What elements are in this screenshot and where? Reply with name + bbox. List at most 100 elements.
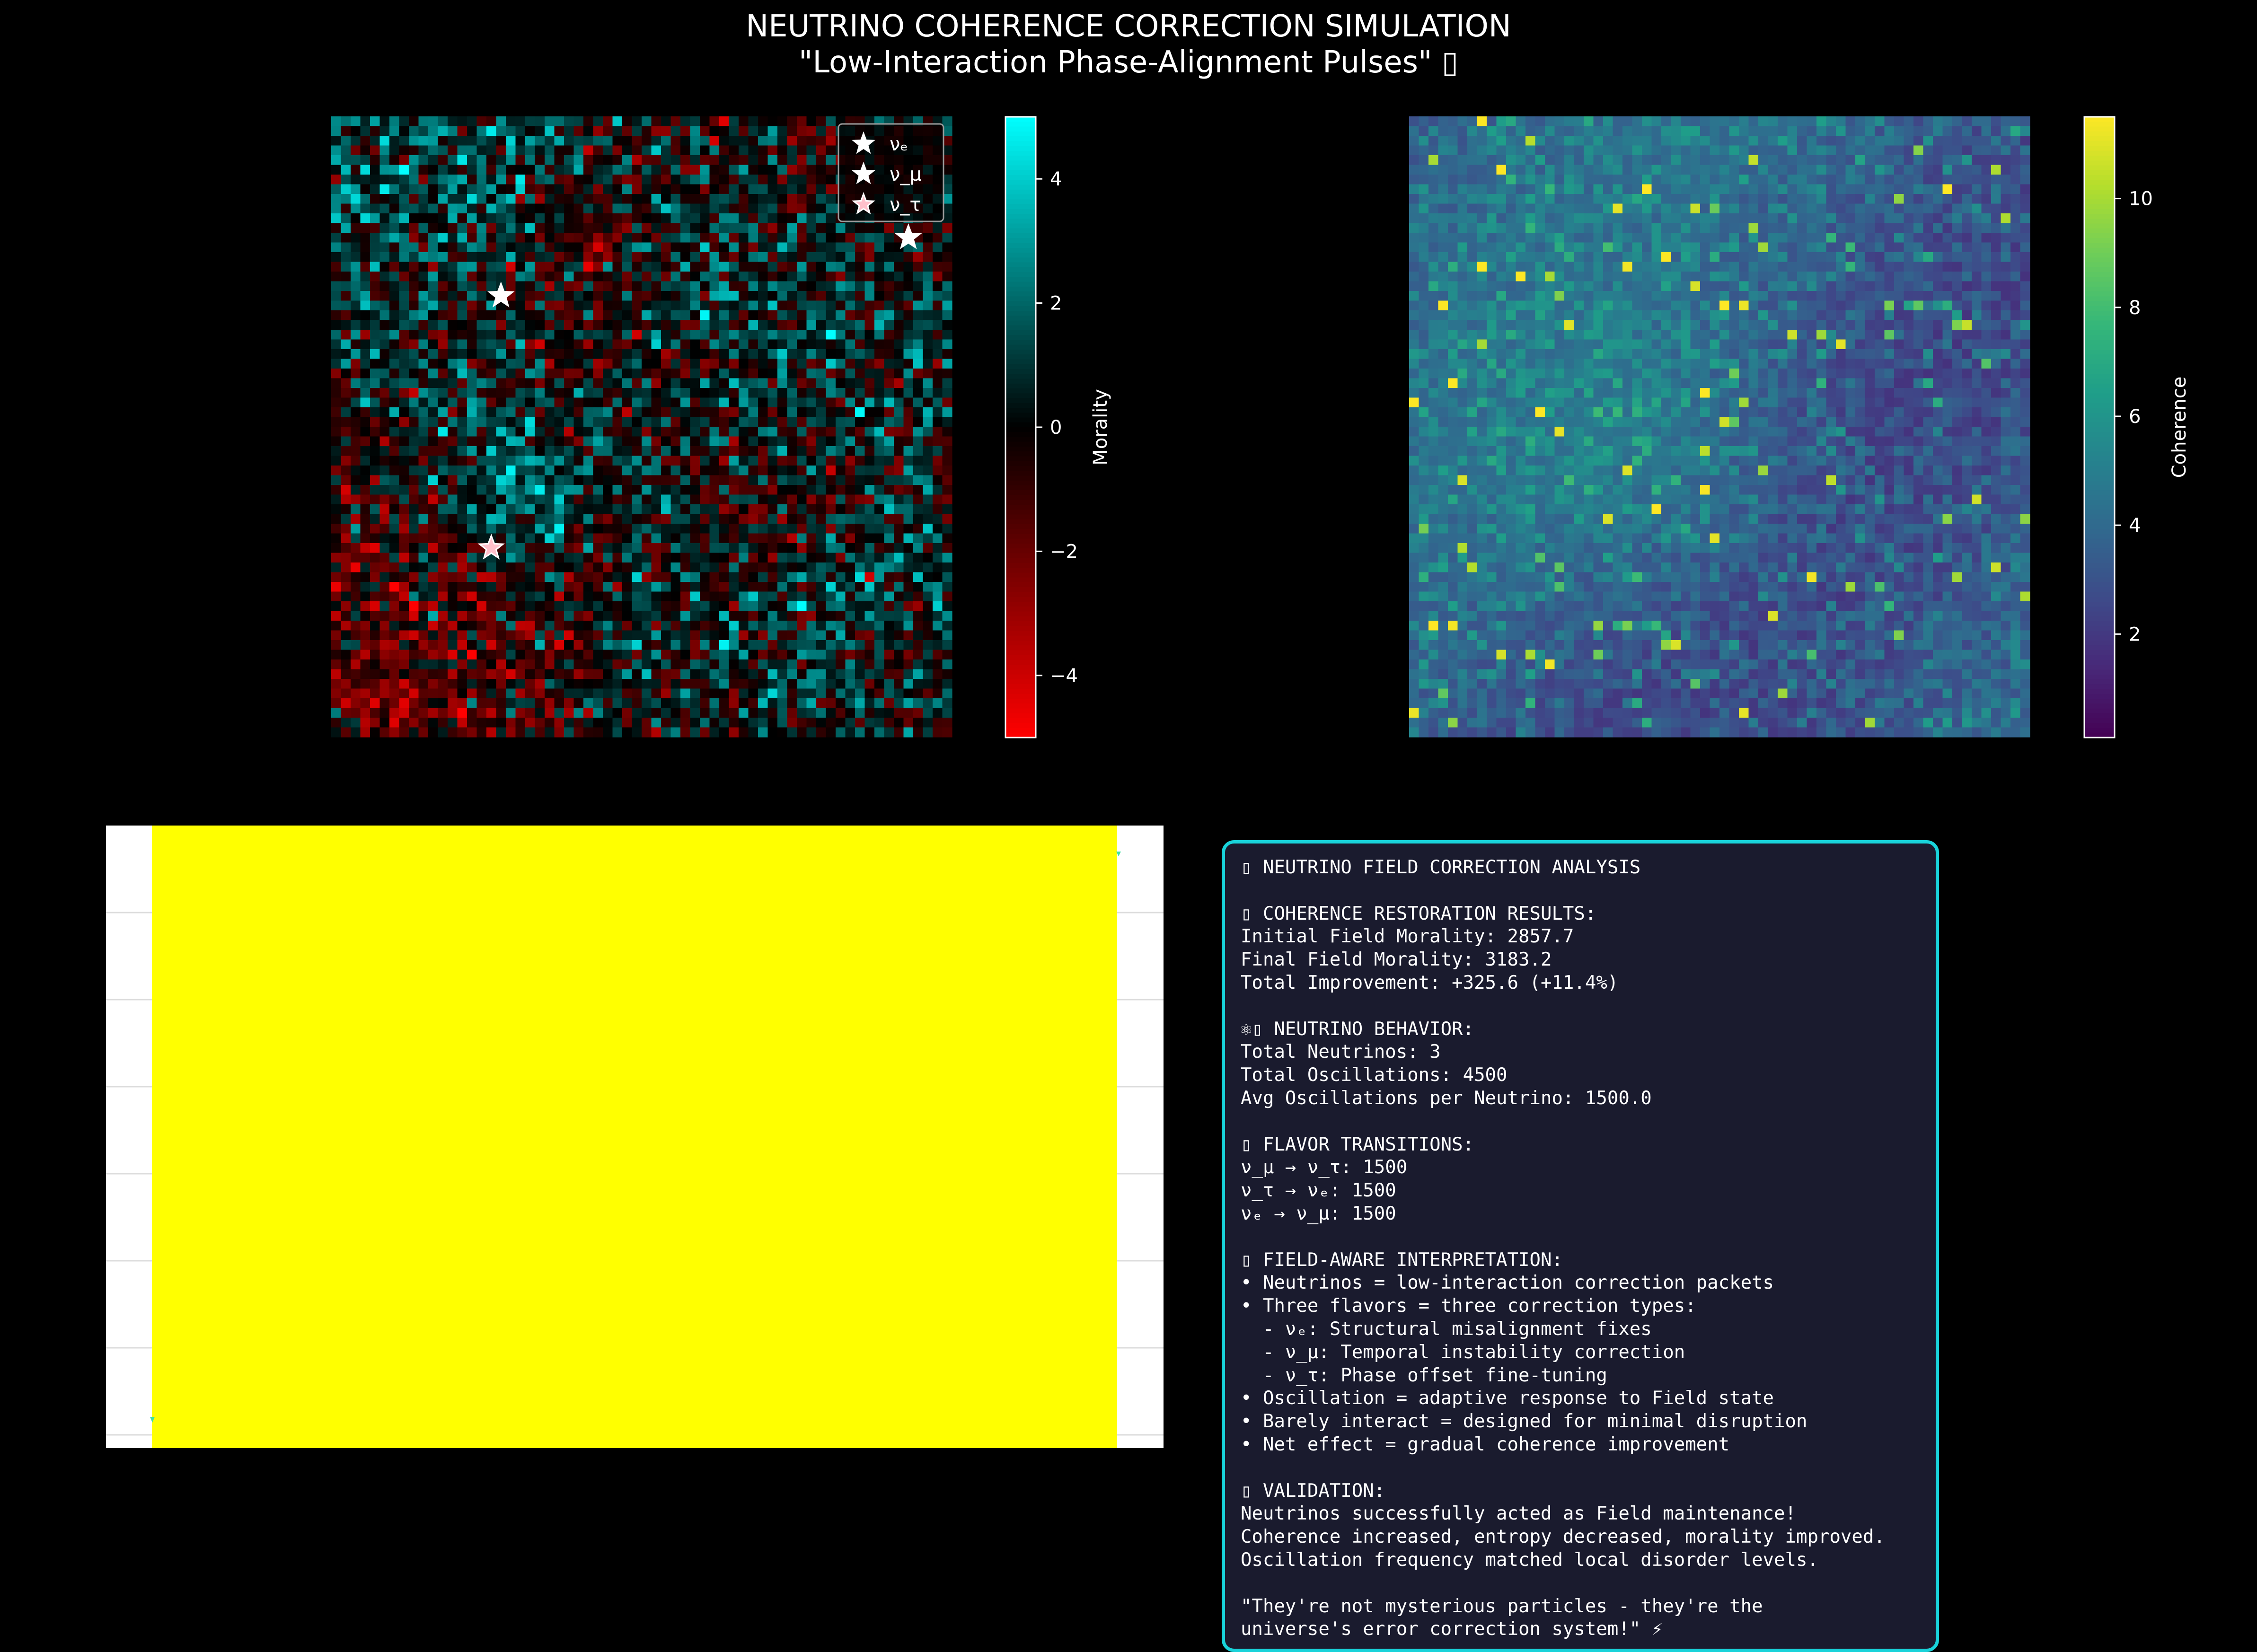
coherence-cell xyxy=(1497,136,1507,146)
morality-cell xyxy=(370,204,380,214)
morality-cell xyxy=(826,650,836,660)
morality-cell xyxy=(807,572,817,582)
morality-cell xyxy=(486,446,496,456)
coherence-cell xyxy=(1836,116,1846,126)
coherence-cell xyxy=(1700,175,1710,185)
morality-cell xyxy=(525,475,535,485)
morality-cell xyxy=(428,213,438,223)
morality-cell xyxy=(419,582,429,592)
morality-cell xyxy=(409,417,419,427)
morality-cell xyxy=(516,582,526,592)
morality-cell xyxy=(865,320,875,330)
morality-cell xyxy=(807,466,817,475)
morality-cell xyxy=(361,369,370,378)
morality-cell xyxy=(574,708,584,718)
morality-cell xyxy=(797,679,807,689)
morality-cell xyxy=(467,233,477,243)
morality-cell xyxy=(884,553,894,563)
coherence-cell xyxy=(1846,213,1856,223)
morality-cell xyxy=(758,185,768,194)
morality-cell xyxy=(680,388,690,398)
coherence-cell xyxy=(1477,194,1487,204)
coherence-cell xyxy=(1778,136,1788,146)
morality-cell xyxy=(943,475,952,485)
morality-cell xyxy=(506,611,516,621)
morality-cell xyxy=(652,728,661,738)
morality-cell xyxy=(652,407,661,417)
morality-cell xyxy=(564,601,574,611)
morality-cell xyxy=(797,252,807,262)
coherence-cell xyxy=(1826,136,1836,146)
coherence-cell xyxy=(1700,165,1710,175)
morality-cell xyxy=(642,388,652,398)
coherence-cell xyxy=(1778,146,1788,156)
morality-cell xyxy=(700,466,710,475)
morality-cell xyxy=(545,495,555,505)
morality-cell xyxy=(389,601,399,611)
coherence-cell xyxy=(1691,175,1701,185)
morality-cell xyxy=(370,659,380,669)
morality-cell xyxy=(933,427,943,437)
morality-cell xyxy=(506,669,516,679)
morality-cell xyxy=(516,446,526,456)
morality-cell xyxy=(428,708,438,718)
morality-cell xyxy=(555,582,564,592)
morality-cell xyxy=(477,534,487,544)
morality-cell xyxy=(913,340,923,350)
morality-cell xyxy=(583,640,593,650)
morality-cell xyxy=(661,640,671,650)
morality-cell xyxy=(933,708,943,718)
morality-cell xyxy=(710,698,720,708)
coherence-cell xyxy=(1642,175,1652,185)
coherence-cell xyxy=(1535,136,1545,146)
morality-cell xyxy=(807,223,817,233)
morality-cell xyxy=(535,427,545,437)
morality-cell xyxy=(361,572,370,582)
coherence-cell xyxy=(1438,136,1448,146)
legend-label: ν_τ xyxy=(890,194,921,216)
morality-colorbar-segment xyxy=(1005,471,1036,476)
morality-cell xyxy=(632,466,642,475)
morality-cell xyxy=(749,281,758,291)
morality-cell xyxy=(399,310,409,320)
morality-cell xyxy=(855,407,865,417)
coherence-cell xyxy=(1904,155,1914,165)
morality-cell xyxy=(768,378,778,388)
morality-cell xyxy=(419,126,429,136)
morality-cell xyxy=(652,718,661,728)
morality-cell xyxy=(777,543,787,553)
morality-colorbar-segment xyxy=(1005,427,1036,432)
morality-cell xyxy=(652,485,661,495)
morality-cell xyxy=(409,485,419,495)
coherence-cell xyxy=(1700,204,1710,214)
coherence-cell xyxy=(1535,165,1545,175)
morality-cell xyxy=(555,165,564,175)
morality-cell xyxy=(380,175,390,185)
morality-cell xyxy=(525,592,535,602)
morality-cell xyxy=(467,708,477,718)
coherence-cell xyxy=(1487,204,1497,214)
morality-cell xyxy=(836,398,846,408)
morality-cell xyxy=(574,126,584,136)
morality-cell xyxy=(855,252,865,262)
morality-cell xyxy=(399,534,409,544)
morality-cell xyxy=(545,504,555,514)
morality-cell xyxy=(458,524,467,534)
morality-cell xyxy=(671,601,681,611)
morality-cell xyxy=(642,252,652,262)
morality-cell xyxy=(846,437,855,447)
morality-cell xyxy=(700,659,710,669)
morality-cell xyxy=(428,534,438,544)
morality-cell xyxy=(564,708,574,718)
morality-cell xyxy=(380,146,390,156)
morality-colorbar-segment xyxy=(1005,568,1036,573)
morality-cell xyxy=(341,155,351,165)
coherence-cell xyxy=(1982,213,1992,223)
morality-cell xyxy=(574,437,584,447)
morality-cell xyxy=(719,349,729,359)
morality-cell xyxy=(574,456,584,466)
morality-cell xyxy=(700,155,710,165)
morality-cell xyxy=(516,640,526,650)
morality-cell xyxy=(923,378,933,388)
morality-cell xyxy=(894,582,904,592)
